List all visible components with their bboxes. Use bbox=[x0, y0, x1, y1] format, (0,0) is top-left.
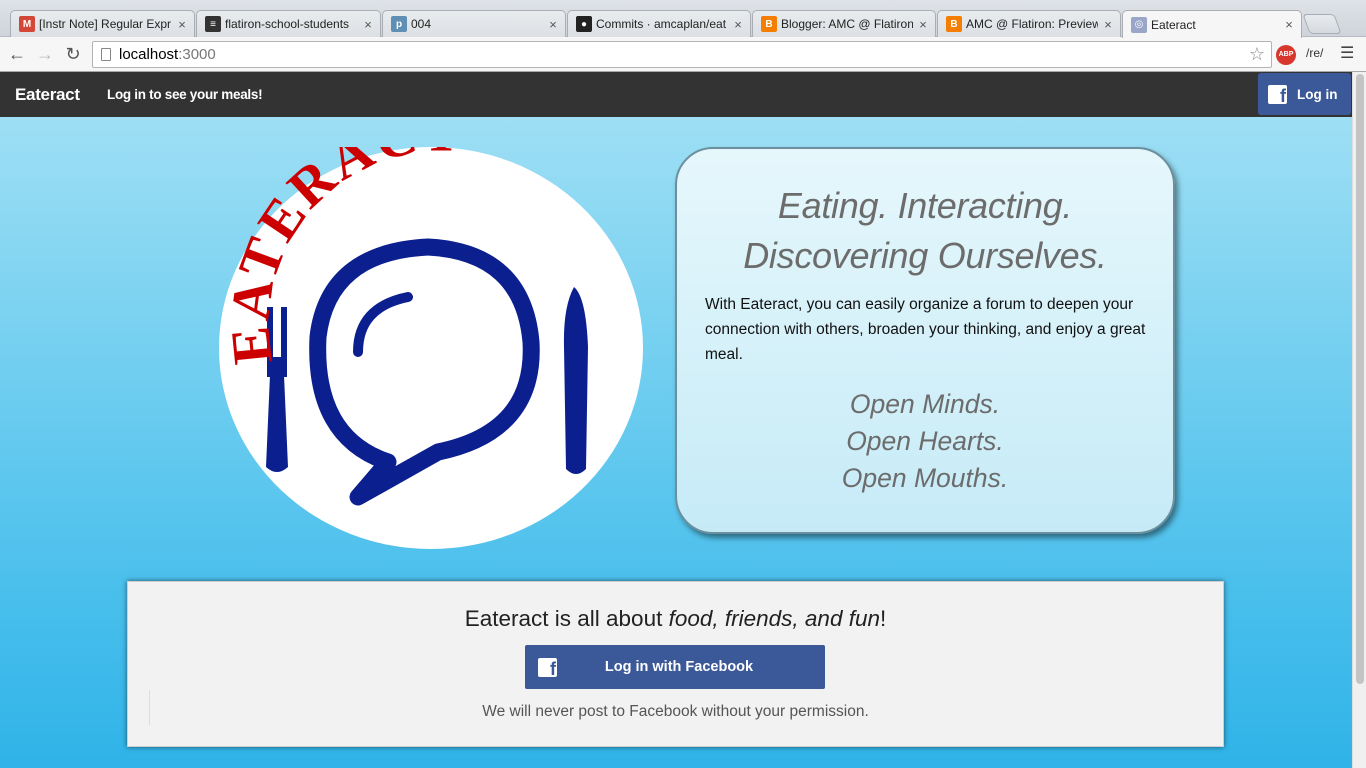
chat-icon: ≡ bbox=[205, 16, 221, 32]
login-panel: Eateract is all about food, friends, and… bbox=[127, 581, 1224, 747]
about-prefix: Eateract is all about bbox=[464, 606, 669, 631]
browser-tab[interactable]: p 004 × bbox=[382, 10, 566, 37]
scrollbar-thumb[interactable] bbox=[1356, 74, 1364, 684]
facebook-icon: f bbox=[538, 657, 557, 678]
browser-tab[interactable]: B Blogger: AMC @ Flatiron × bbox=[752, 10, 936, 37]
tab-close-icon[interactable]: × bbox=[1102, 17, 1114, 32]
browser-tab[interactable]: M [Instr Note] Regular Expr × bbox=[10, 10, 195, 37]
new-tab-button[interactable] bbox=[1302, 14, 1342, 34]
forward-arrow-icon[interactable]: → bbox=[34, 43, 56, 65]
tagline-card: Eating. Interacting. Discovering Ourselv… bbox=[675, 147, 1175, 534]
browser-tab[interactable]: ≡ flatiron-school-students × bbox=[196, 10, 381, 37]
bookmark-star-icon[interactable]: ☆ bbox=[1249, 44, 1265, 65]
tab-title: flatiron-school-students bbox=[225, 17, 350, 31]
tab-title: Blogger: AMC @ Flatiron bbox=[781, 17, 913, 31]
open-hearts-text: Open Hearts. bbox=[846, 426, 1004, 456]
address-bar[interactable]: localhost:3000 ☆ bbox=[92, 41, 1272, 68]
open-mouths-text: Open Mouths. bbox=[841, 463, 1009, 493]
eateract-favicon: ◎ bbox=[1131, 16, 1147, 33]
tagline-heading-line1: Eating. Interacting. bbox=[777, 185, 1073, 226]
blogger-icon: B bbox=[946, 16, 962, 32]
tab-close-icon[interactable]: × bbox=[917, 17, 929, 32]
navbar-login-button[interactable]: f Log in bbox=[1258, 73, 1351, 115]
navbar-login-label: Log in bbox=[1297, 86, 1338, 102]
knife-icon bbox=[563, 287, 588, 474]
github-icon: ● bbox=[576, 16, 592, 32]
about-emphasis: food, friends, and fun bbox=[668, 606, 880, 631]
tagline-heading-line2: Discovering Ourselves. bbox=[743, 235, 1107, 276]
browser-tab[interactable]: ● Commits · amcaplan/eat × bbox=[567, 10, 751, 37]
page-icon bbox=[101, 48, 111, 61]
browser-tab[interactable]: B AMC @ Flatiron: Preview × bbox=[937, 10, 1121, 37]
p-icon: p bbox=[391, 16, 407, 32]
page-scrollbar[interactable] bbox=[1352, 72, 1366, 768]
browser-tab[interactable]: ◎ Eateract × bbox=[1122, 10, 1302, 38]
site-navbar: Eateract Log in to see your meals! f Log… bbox=[0, 72, 1352, 117]
tab-close-icon[interactable]: × bbox=[1283, 17, 1295, 32]
gmail-icon: M bbox=[19, 16, 35, 32]
tab-title: 004 bbox=[411, 17, 432, 31]
url-port: :3000 bbox=[178, 46, 216, 63]
facebook-login-button[interactable]: f Log in with Facebook bbox=[525, 645, 825, 689]
adblock-plus-icon[interactable]: ABP bbox=[1276, 45, 1296, 65]
browser-menu-icon[interactable]: ☰ bbox=[1340, 46, 1356, 62]
tab-close-icon[interactable]: × bbox=[362, 17, 374, 32]
open-minds-text: Open Minds. bbox=[849, 389, 1001, 419]
tab-close-icon[interactable]: × bbox=[547, 17, 559, 32]
blogger-icon: B bbox=[761, 16, 777, 32]
permission-notice: We will never post to Facebook without y… bbox=[482, 703, 869, 720]
browser-tabstrip: M [Instr Note] Regular Expr × ≡ flatiron-sch… bbox=[0, 0, 1366, 38]
brand-link[interactable]: Eateract bbox=[15, 85, 80, 105]
page-content: Eateract Log in to see your meals! f Log… bbox=[0, 72, 1352, 768]
about-heading: Eateract is all about food, friends, and… bbox=[128, 606, 1223, 632]
tagline-description: With Eateract, you can easily organize a… bbox=[705, 296, 1146, 363]
tab-title: Commits · amcaplan/eat bbox=[596, 17, 727, 31]
browser-toolbar: ← → ↻ localhost:3000 ☆ ABP /re/ ☰ bbox=[0, 37, 1366, 72]
facebook-icon: f bbox=[1268, 84, 1287, 105]
url-host: localhost bbox=[119, 46, 179, 63]
regex-extension-button[interactable]: /re/ bbox=[1306, 46, 1323, 60]
tab-close-icon[interactable]: × bbox=[176, 17, 188, 32]
back-arrow-icon[interactable]: ← bbox=[6, 43, 28, 65]
about-suffix: ! bbox=[880, 606, 887, 631]
reload-icon[interactable]: ↻ bbox=[62, 43, 84, 65]
tab-close-icon[interactable]: × bbox=[732, 17, 744, 32]
tab-title: Eateract bbox=[1151, 17, 1196, 32]
tab-title: [Instr Note] Regular Expr bbox=[39, 17, 172, 31]
eateract-logo: EATERACT bbox=[218, 101, 644, 549]
tab-title: AMC @ Flatiron: Preview bbox=[966, 17, 1098, 31]
login-prompt-text[interactable]: Log in to see your meals! bbox=[107, 87, 263, 102]
url-text[interactable]: localhost:3000 bbox=[119, 46, 216, 63]
facebook-login-label: Log in with Facebook bbox=[604, 659, 754, 675]
